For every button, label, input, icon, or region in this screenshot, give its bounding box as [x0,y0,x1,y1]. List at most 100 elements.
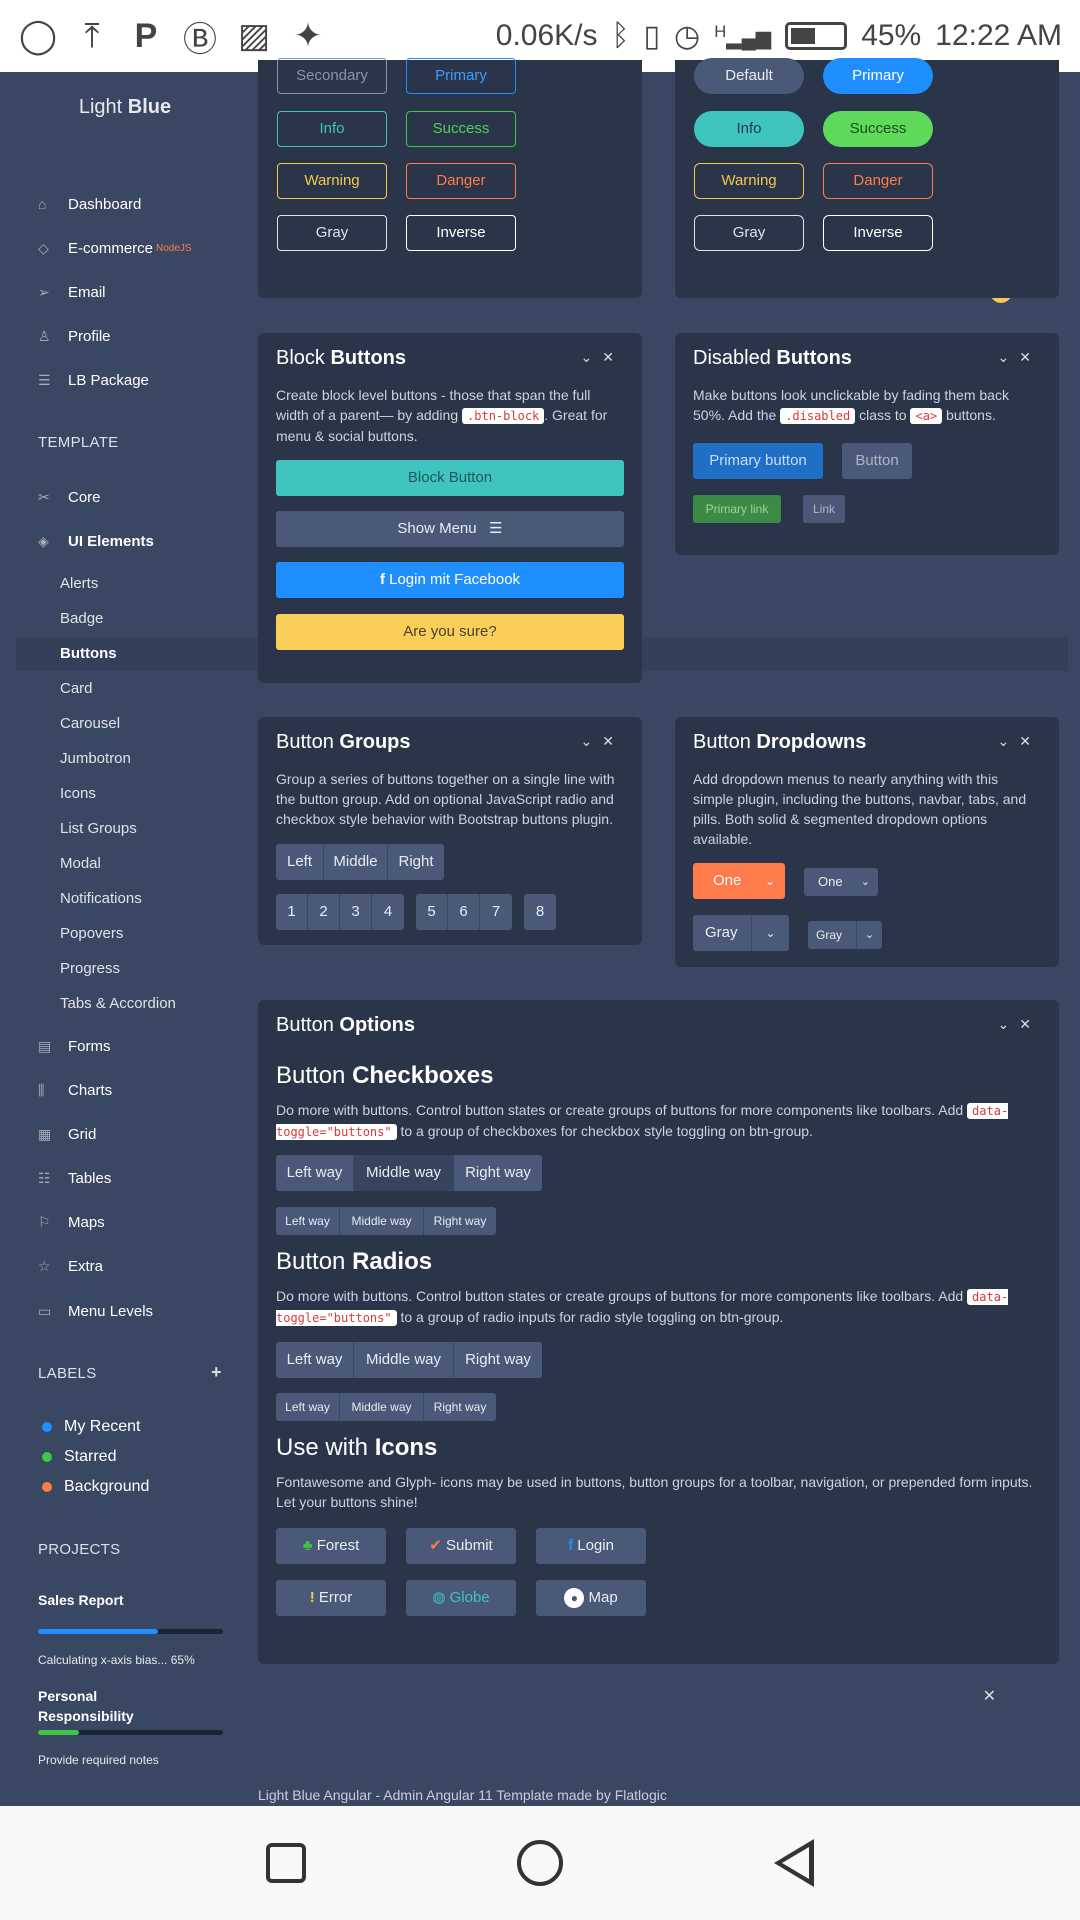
logo[interactable]: Light Blue [0,96,250,144]
default-pill-button[interactable]: Default [694,58,804,94]
panel-description: Make buttons look unclickable by fading … [693,387,1009,424]
panel-controls[interactable]: ⌄✕ [581,349,624,366]
checkbox-left-way[interactable]: Left way [276,1155,354,1191]
sidebar-subitem-tabs-accordion[interactable]: Tabs & Accordion [60,995,176,1012]
forest-button[interactable]: ♣ Forest [276,1528,386,1564]
group-button-5[interactable]: 5 [416,894,448,930]
group-left-button[interactable]: Left [276,844,324,880]
radio-left-way-small[interactable]: Left way [276,1393,340,1421]
project-progress-bar [38,1629,223,1634]
panel-description: Create block level buttons - those that … [276,387,608,444]
info-outline-button[interactable]: Info [277,111,387,147]
submit-button[interactable]: ✔ Submit [406,1528,516,1564]
disabled-primary-link[interactable]: Primary link [693,495,781,523]
sidebar-subitem-popovers[interactable]: Popovers [60,925,123,942]
checkbox-right-way[interactable]: Right way [454,1155,542,1191]
panel-controls[interactable]: ⌄✕ [998,1016,1041,1033]
file-icon: ▤ [38,1037,52,1054]
group-button-8[interactable]: 8 [524,894,556,930]
danger-outline-button[interactable]: Danger [406,163,516,199]
group-button-3[interactable]: 3 [340,894,372,930]
b-app-icon: Ⓑ [183,20,217,59]
radio-middle-way[interactable]: Middle way [354,1342,454,1378]
checkbox-left-way-small[interactable]: Left way [276,1207,340,1235]
check-icon: ✔ [429,1537,442,1554]
success-pill-button[interactable]: Success [823,111,933,147]
one-dropdown-small-button[interactable]: One ⌄ [804,868,878,896]
group-button-7[interactable]: 7 [480,894,512,930]
gray-pill-button[interactable]: Gray [694,215,804,251]
globe-button[interactable]: ◍ Globe [406,1580,516,1616]
secondary-outline-button[interactable]: Secondary [277,58,387,94]
gray-split-dropdown-button[interactable]: Gray ⌄ [693,915,789,951]
group-middle-button[interactable]: Middle [324,844,388,880]
sidebar-subitem-card[interactable]: Card [60,680,93,697]
add-label-icon[interactable]: + [211,1362,222,1383]
block-button[interactable]: Block Button [276,460,624,496]
home-icon: ⌂ [38,196,47,212]
menu-icon: ☰ [480,520,503,537]
disabled-button[interactable]: Button [842,443,912,479]
group-button-1[interactable]: 1 [276,894,308,930]
panel-controls[interactable]: ⌄✕ [581,733,624,750]
sidebar-subitem-badge[interactable]: Badge [60,610,103,627]
group-button-6[interactable]: 6 [448,894,480,930]
facebook-login-button[interactable]: f Login mit Facebook [276,562,624,598]
disabled-link[interactable]: Link [803,495,845,523]
warning-pill-button[interactable]: Warning [694,163,804,199]
back-button[interactable] [774,1839,815,1887]
warning-outline-button[interactable]: Warning [277,163,387,199]
gray-outline-button[interactable]: Gray [277,215,387,251]
checkboxes-heading: Button Checkboxes [276,1062,494,1089]
checkbox-right-way-small[interactable]: Right way [424,1207,496,1235]
project-progress-bar [38,1730,223,1735]
sidebar-subitem-icons[interactable]: Icons [60,785,96,802]
sidebar-subitem-progress[interactable]: Progress [60,960,120,977]
vibrate-icon: ▯ [643,19,661,53]
primary-outline-button[interactable]: Primary [406,58,516,94]
map-button[interactable]: ● Map [536,1580,646,1616]
diamond-icon: ◇ [38,239,49,256]
sidebar-subitem-modal[interactable]: Modal [60,855,101,872]
block-buttons-panel: Block Buttons ⌄✕ Create block level butt… [258,333,642,683]
outline-buttons-panel: Secondary Primary Info Success Warning D… [258,58,642,298]
inverse-outline-button[interactable]: Inverse [406,215,516,251]
gray-split-dropdown-small-button[interactable]: Gray ⌄ [808,921,882,949]
radios-description: Do more with buttons. Control button sta… [276,1288,1009,1326]
close-icon[interactable]: ✕ [983,1686,996,1706]
tree-icon: ♣ [302,1537,313,1554]
are-you-sure-button[interactable]: Are you sure? [276,614,624,650]
group-button-2[interactable]: 2 [308,894,340,930]
sidebar-subitem-alerts[interactable]: Alerts [60,575,98,592]
info-pill-button[interactable]: Info [694,111,804,147]
radio-right-way-small[interactable]: Right way [424,1393,496,1421]
login-button[interactable]: f Login [536,1528,646,1564]
sidebar-subitem-notifications[interactable]: Notifications [60,890,142,907]
success-outline-button[interactable]: Success [406,111,516,147]
checkbox-middle-way[interactable]: Middle way [354,1155,454,1191]
inverse-pill-button[interactable]: Inverse [823,215,933,251]
one-dropdown-button[interactable]: One ⌄ [693,863,785,899]
checkbox-middle-way-small[interactable]: Middle way [340,1207,424,1235]
group-button-4[interactable]: 4 [372,894,404,930]
group-right-button[interactable]: Right [388,844,444,880]
show-menu-button[interactable]: Show Menu ☰ [276,511,624,547]
sidebar-subitem-jumbotron[interactable]: Jumbotron [60,750,131,767]
primary-pill-button[interactable]: Primary [823,58,933,94]
recent-apps-button[interactable] [265,1843,306,1883]
danger-pill-button[interactable]: Danger [823,163,933,199]
label-text: My Recent [64,1418,141,1435]
radio-left-way[interactable]: Left way [276,1342,354,1378]
radio-middle-way-small[interactable]: Middle way [340,1393,424,1421]
grid-icon: ▦ [38,1125,52,1142]
sidebar-subitem-list-groups[interactable]: List Groups [60,820,137,837]
folder-icon: ▭ [38,1302,52,1319]
error-button[interactable]: ! Error [276,1580,386,1616]
home-button[interactable] [516,1840,563,1886]
sidebar-item-label: Tables [68,1169,112,1187]
panel-controls[interactable]: ⌄✕ [998,733,1041,750]
sidebar-subitem-carousel[interactable]: Carousel [60,715,120,732]
radio-right-way[interactable]: Right way [454,1342,542,1378]
disabled-primary-button[interactable]: Primary button [693,443,823,479]
panel-controls[interactable]: ⌄✕ [998,349,1041,366]
